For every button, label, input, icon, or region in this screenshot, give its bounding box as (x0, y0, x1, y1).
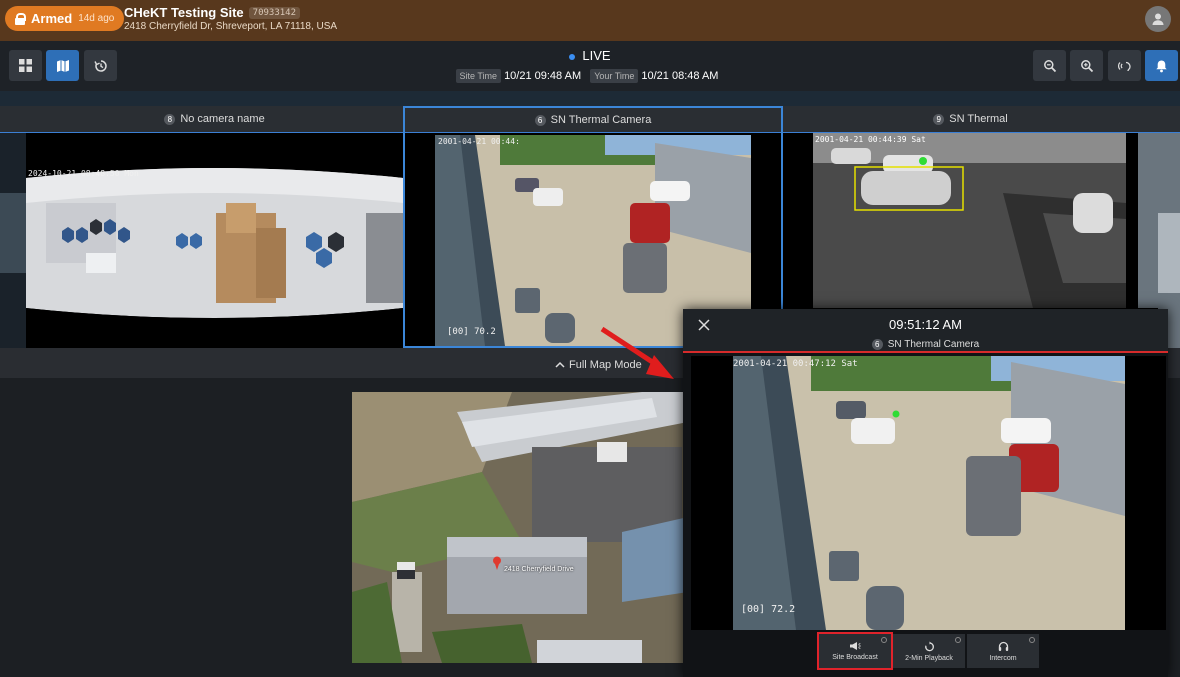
playback-label: 2-Min Playback (905, 654, 953, 662)
popup-osd-reading: [00] 72.2 (741, 604, 796, 615)
pointer-arrow (600, 326, 674, 379)
alerts-button[interactable] (1145, 50, 1178, 81)
broadcast-icon (1117, 61, 1131, 71)
your-time-value: 10/21 08:48 AM (641, 70, 719, 82)
camera-number-badge: 6 (534, 114, 546, 126)
armed-age: 14d ago (78, 13, 115, 24)
live-indicator: LIVE (0, 48, 1180, 63)
time-readout: Site Time 10/21 09:48 AM Your Time 10/21 0… (0, 69, 1180, 83)
info-icon[interactable] (1029, 637, 1035, 643)
camera-popup: 09:51:12 AM 6 SN Thermal Camera 2001-04-… (683, 309, 1168, 677)
popup-video-feed[interactable]: 2001-04-21 00:47:12 Sat [00] 72.2 (691, 356, 1166, 630)
camera-osd-reading: [00] 70.2 (447, 327, 496, 337)
site-time-label: Site Time (455, 69, 502, 83)
popup-actions: Site Broadcast 2-Min Playback Intercom (817, 632, 1039, 670)
live-dot (569, 53, 576, 60)
view-toolbar: LIVE Site Time 10/21 09:48 AM Your Time 10… (0, 41, 1180, 91)
intercom-label: Intercom (989, 654, 1017, 662)
site-name: CHeKT Testing Site (124, 5, 244, 20)
user-icon[interactable] (1145, 6, 1171, 32)
camera-tile-title (0, 106, 26, 133)
camera-name: SN Thermal (949, 113, 1008, 125)
camera-number-badge: 9 (933, 113, 945, 125)
camera-osd-timestamp: 2001-04-21 00:44:39 Sat (815, 135, 926, 144)
map-place-label: 2418 Cherryfield Drive (504, 566, 574, 573)
broadcast-button[interactable] (1108, 50, 1141, 81)
info-icon[interactable] (881, 637, 887, 643)
zoom-out-icon (1043, 59, 1056, 72)
camera-tile-8[interactable]: 8 No camera name 2024-10-21 08:48:50 Mon (26, 106, 403, 348)
camera-tile-title: 8 No camera name (26, 106, 403, 133)
popup-camera-name: SN Thermal Camera (887, 339, 980, 350)
live-label: LIVE (582, 48, 611, 63)
playback-button[interactable]: 2-Min Playback (893, 634, 965, 668)
zoom-out-button[interactable] (1033, 50, 1066, 81)
divider-band (0, 91, 1180, 106)
camera-tile-title (1158, 106, 1180, 133)
armed-label: Armed (31, 11, 73, 26)
camera-number-badge: 6 (871, 339, 883, 350)
bell-icon (1156, 60, 1167, 72)
site-address: 2418 Cherryfield Dr, Shreveport, LA 7111… (124, 21, 338, 32)
camera-tile-partial-left[interactable] (0, 106, 26, 348)
popup-video-image (691, 356, 1166, 630)
camera-number-badge: 8 (164, 113, 176, 125)
site-broadcast-button[interactable]: Site Broadcast (817, 632, 893, 670)
site-info: CHeKT Testing Site 70933142 2418 Cherryf… (124, 5, 337, 32)
your-time-label: Your Time (590, 69, 639, 83)
lock-icon (15, 12, 26, 25)
camera-osd-timestamp: 2024-10-21 08:48:50 Mon (28, 169, 139, 178)
satellite-image (352, 392, 688, 663)
popup-clock: 09:51:12 AM (889, 317, 962, 332)
site-header: Armed 14d ago CHeKT Testing Site 7093314… (0, 0, 1180, 41)
popup-osd-timestamp: 2001-04-21 00:47:12 Sat (733, 359, 858, 369)
camera-osd-timestamp: 2001-04-21 00:44: (438, 137, 520, 146)
satellite-map[interactable]: 2418 Cherryfield Drive (352, 392, 688, 663)
armed-status-badge[interactable]: Armed 14d ago (5, 6, 125, 31)
site-broadcast-label: Site Broadcast (832, 654, 878, 661)
camera-name: No camera name (180, 113, 265, 125)
zoom-in-icon (1080, 59, 1093, 72)
replay-icon (924, 641, 934, 651)
app: Armed 14d ago CHeKT Testing Site 7093314… (0, 0, 1180, 677)
chevron-up-icon (555, 361, 565, 368)
zoom-in-button[interactable] (1070, 50, 1103, 81)
megaphone-icon (850, 642, 861, 650)
camera-name: SN Thermal Camera (550, 114, 652, 126)
site-code: 70933142 (248, 6, 301, 19)
headset-icon (998, 641, 1008, 651)
camera-tile-title: 6 SN Thermal Camera (405, 108, 781, 133)
popup-camera-title: 6 SN Thermal Camera (683, 339, 1168, 350)
site-time-value: 10/21 09:48 AM (504, 70, 582, 82)
camera-feed-image (0, 133, 26, 348)
camera-feed-image (26, 133, 403, 348)
camera-tile-title: 9 SN Thermal (783, 106, 1158, 133)
popup-header: 09:51:12 AM 6 SN Thermal Camera (683, 309, 1168, 353)
intercom-button[interactable]: Intercom (967, 634, 1039, 668)
info-icon[interactable] (955, 637, 961, 643)
